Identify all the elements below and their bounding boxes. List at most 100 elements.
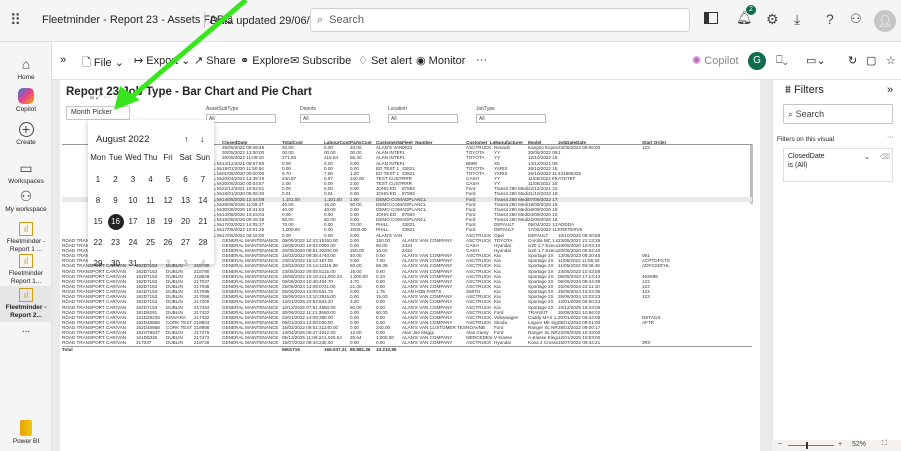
calendar-day[interactable]: 7 — [195, 172, 211, 188]
table-cell: 123 — [642, 145, 650, 151]
zoom-slider[interactable] — [788, 445, 834, 446]
weekday-label: Wed — [125, 153, 142, 162]
slicer-location[interactable]: Location All — [388, 106, 458, 123]
monitor-icon: ◉ — [416, 55, 426, 67]
focus-mode-icon[interactable] — [704, 12, 718, 24]
slicer-depots[interactable]: Depots All — [300, 106, 370, 123]
avatar[interactable]: 👤︎ — [874, 10, 896, 32]
chevron-down-icon[interactable]: ⌄ — [864, 153, 870, 161]
calendar-day[interactable]: 29 — [90, 256, 106, 272]
table-row[interactable]: ROAD TRANSPORT CAR/VAN 217037 DUBLIN 218728 G… — [62, 340, 752, 345]
fit-page-icon[interactable]: ⛶ — [882, 440, 887, 448]
copilot-avatar[interactable]: G — [748, 52, 766, 70]
nav-report-1[interactable]: ıl Fleetminder - Report 1 ... — [0, 222, 52, 254]
nav-report-3[interactable]: ıl Fleetminder - Report 2... — [0, 286, 52, 322]
collapse-filters-icon[interactable]: » — [887, 84, 893, 96]
table-cell: 15/07/2022 09:44:21 — [558, 340, 601, 346]
subscribe-button[interactable]: ✉ Subscribe — [290, 54, 351, 67]
nav-workspaces[interactable]: ▭ Workspaces — [0, 160, 52, 186]
calendar-day[interactable]: 5 — [160, 172, 176, 188]
calendar-day[interactable]: 17 — [125, 214, 141, 230]
nav-copilot[interactable]: Copilot — [0, 88, 52, 114]
calendar-day[interactable]: 9 — [108, 193, 124, 209]
calendar-day[interactable]: 4 — [195, 256, 211, 272]
table-cell: JobDateDate — [558, 140, 587, 145]
nav-powerbi[interactable]: Power BI — [0, 420, 52, 446]
calendar-day[interactable]: 26 — [160, 235, 176, 251]
calendar-day[interactable]: 22 — [90, 235, 106, 251]
nav-my-workspace[interactable]: ⚇ My workspace — [0, 188, 52, 214]
prev-month-icon[interactable]: ↑ — [184, 134, 189, 144]
calendar-day[interactable]: 6 — [178, 172, 194, 188]
search-input[interactable]: Search — [329, 14, 364, 26]
calendar-day[interactable]: 3 — [178, 256, 194, 272]
favorite-icon[interactable]: ☆ — [886, 54, 896, 67]
calendar-day[interactable]: 8 — [90, 193, 106, 209]
set-alert-button[interactable]: ♢ Set alert — [358, 54, 412, 67]
calendar-day[interactable]: 18 — [143, 214, 159, 230]
calendar-day[interactable]: 15 — [90, 214, 106, 230]
calendar-day[interactable]: 31 — [125, 256, 141, 272]
zoom-out-icon[interactable]: − — [778, 441, 782, 448]
calendar-day[interactable]: 1 — [90, 172, 106, 188]
table-cell: 217037 — [136, 340, 152, 346]
table-cell: CustomerName — [376, 140, 402, 145]
month-picker-calendar[interactable]: August 2022 ↑ ↓ Mon Tue Wed Thu Fri Sat Sun 1 2 3… — [88, 120, 214, 268]
calendar-day[interactable]: 14 — [195, 193, 211, 209]
calendar-day[interactable]: 11 — [143, 193, 159, 209]
more-options-icon[interactable]: ··· — [476, 54, 487, 66]
calendar-day[interactable]: 16 — [107, 214, 124, 230]
calendar-day[interactable]: 25 — [143, 235, 159, 251]
calendar-day[interactable]: 4 — [143, 172, 159, 188]
calendar-month-title: August 2022 — [96, 134, 150, 145]
calendar-day[interactable]: 1 — [143, 256, 159, 272]
table-cell: LabourCost — [324, 140, 350, 145]
calendar-day[interactable]: 23 — [108, 235, 124, 251]
calendar-day[interactable]: 27 — [178, 235, 194, 251]
clear-filter-icon[interactable]: ⌫ — [880, 153, 890, 161]
nav-create[interactable]: + Create — [0, 122, 52, 147]
zoom-in-icon[interactable]: + — [838, 441, 842, 448]
calendar-day[interactable]: 13 — [178, 193, 194, 209]
filter-card-closeddate[interactable]: ClosedDate is (All) ⌄ ⌫ — [783, 148, 893, 182]
calendar-day[interactable]: 12 — [160, 193, 176, 209]
bookmark-icon[interactable]: ⎕⌄ — [776, 54, 788, 67]
calendar-day[interactable]: 2 — [160, 256, 176, 272]
nav-home[interactable]: ⌂ Home — [0, 56, 52, 82]
calendar-day[interactable]: 19 — [160, 214, 176, 230]
calendar-day[interactable]: 2 — [108, 172, 124, 188]
filters-search[interactable]: ⌕ Search — [783, 104, 893, 124]
calendar-day[interactable]: 3 — [125, 172, 141, 188]
nav-more[interactable]: ... — [0, 325, 52, 335]
slicer-jobtype[interactable]: JobType All — [476, 106, 546, 123]
download-icon[interactable]: ⤓ — [794, 11, 800, 28]
my-workspace-icon: ⚇ — [19, 188, 33, 204]
table-cell: Hyundai — [494, 340, 511, 346]
share-people-icon[interactable]: ⚇ — [850, 11, 862, 27]
settings-icon[interactable]: ⚙ — [766, 11, 779, 28]
calendar-day[interactable]: 28 — [195, 235, 211, 251]
refresh-icon[interactable]: ↻ — [848, 54, 857, 67]
copilot-button[interactable]: ✺ Copilot — [692, 54, 739, 67]
calendar-day[interactable]: 10 — [125, 193, 141, 209]
nav-report-2[interactable]: ıl Fleetminder Report 1... — [0, 254, 52, 286]
monitor-button[interactable]: ◉ Monitor — [416, 54, 465, 67]
more-options-icon[interactable]: ··· — [887, 134, 894, 141]
calendar-day[interactable]: 20 — [178, 214, 194, 230]
comment-icon[interactable]: ▢ — [866, 54, 876, 67]
table-cell: GENERAL MAINTENANCE — [222, 340, 279, 346]
next-month-icon[interactable]: ↓ — [200, 134, 205, 144]
zoom-bar[interactable]: − + 52% ⛶ — [772, 440, 901, 451]
subscribe-icon: ✉ — [290, 55, 300, 67]
zoom-thumb[interactable] — [806, 442, 808, 449]
calendar-day[interactable]: 21 — [195, 214, 211, 230]
search-box[interactable]: ⌕ Search — [310, 8, 690, 32]
copilot-icon: ✺ — [692, 55, 702, 67]
app-launcher-icon[interactable]: ⠿ — [10, 11, 21, 29]
help-icon[interactable]: ? — [826, 11, 834, 27]
expand-nav-icon[interactable]: » — [60, 54, 66, 66]
calendar-day[interactable]: 30 — [108, 256, 124, 272]
view-icon[interactable]: ▭⌄ — [806, 54, 826, 67]
file-icon: 🗋︎ — [82, 57, 91, 69]
calendar-day[interactable]: 24 — [125, 235, 141, 251]
